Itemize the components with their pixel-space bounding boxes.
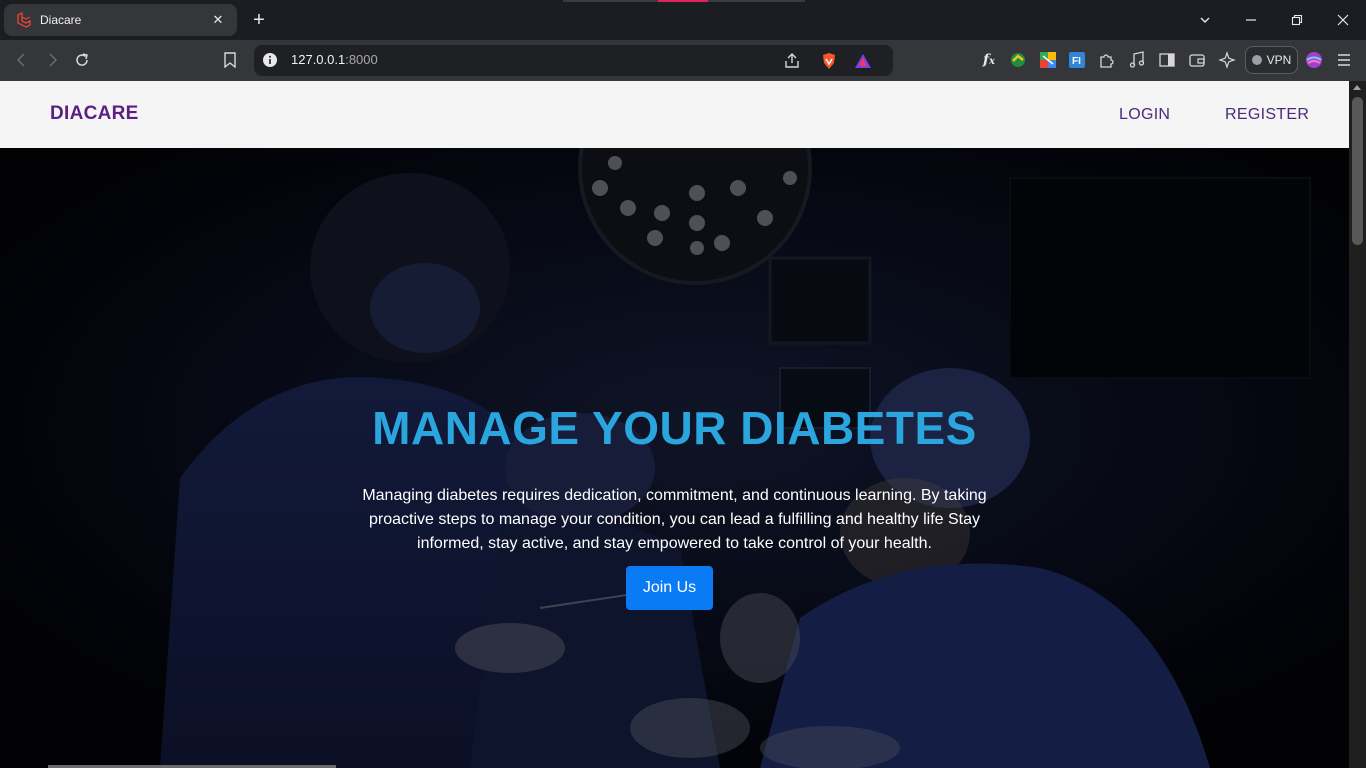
hero-description: Managing diabetes requires dedication, c… bbox=[362, 487, 987, 552]
tab-search-chevron-icon[interactable] bbox=[1182, 0, 1228, 40]
vpn-label: VPN bbox=[1266, 53, 1292, 67]
site-navbar: DIACARE LOGIN REGISTER bbox=[0, 81, 1349, 148]
hero-section: MANAGE YOUR DIABETES Managing diabetes r… bbox=[0, 148, 1349, 768]
color-extension-icon[interactable] bbox=[1036, 48, 1060, 72]
profile-icon[interactable] bbox=[1302, 48, 1326, 72]
svg-text:FI: FI bbox=[1072, 56, 1081, 67]
brave-rewards-icon[interactable] bbox=[850, 48, 876, 74]
menu-icon[interactable] bbox=[1332, 48, 1356, 72]
site-info-icon[interactable] bbox=[262, 52, 278, 68]
url-port: :8000 bbox=[345, 52, 378, 67]
sidebar-icon[interactable] bbox=[1155, 48, 1179, 72]
bookmark-icon[interactable] bbox=[218, 48, 242, 72]
laravel-favicon-icon bbox=[16, 12, 32, 28]
minimize-icon[interactable] bbox=[1228, 0, 1274, 40]
reload-icon[interactable] bbox=[70, 48, 94, 72]
extension-icon[interactable] bbox=[1006, 48, 1030, 72]
scrollbar-thumb[interactable] bbox=[1352, 97, 1363, 245]
vpn-button[interactable]: VPN bbox=[1245, 46, 1298, 74]
browser-tab-strip: Diacare ✕ + bbox=[0, 0, 1366, 40]
fx-extension-icon[interactable]: fx bbox=[977, 48, 1001, 72]
url-host: 127.0.0.1 bbox=[291, 52, 346, 67]
leo-ai-icon[interactable] bbox=[1215, 48, 1239, 72]
tab-title: Diacare bbox=[40, 13, 82, 27]
new-tab-button[interactable]: + bbox=[248, 9, 270, 31]
scroll-up-arrow-icon[interactable] bbox=[1353, 85, 1361, 90]
puzzle-icon[interactable] bbox=[1095, 48, 1119, 72]
browser-tab-diacare[interactable]: Diacare ✕ bbox=[4, 4, 237, 36]
browser-toolbar: 127.0.0.1:8000 fx FI VPN bbox=[0, 40, 1366, 81]
tab-strip-indicator bbox=[563, 0, 805, 2]
hero-title: MANAGE YOUR DIABETES bbox=[372, 402, 977, 454]
vpn-status-icon bbox=[1251, 55, 1262, 65]
share-icon[interactable] bbox=[779, 48, 805, 74]
music-icon[interactable] bbox=[1125, 48, 1149, 72]
wallet-icon[interactable] bbox=[1185, 48, 1209, 72]
close-window-icon[interactable] bbox=[1320, 0, 1366, 40]
url-text: 127.0.0.1:8000 bbox=[291, 52, 378, 67]
fi-extension-icon[interactable]: FI bbox=[1065, 48, 1089, 72]
nav-login-link[interactable]: LOGIN bbox=[1119, 106, 1170, 124]
back-icon[interactable] bbox=[10, 48, 34, 72]
join-us-button[interactable]: Join Us bbox=[626, 566, 713, 610]
nav-register-link[interactable]: REGISTER bbox=[1225, 106, 1309, 124]
site-brand-logo[interactable]: DIACARE bbox=[50, 103, 139, 125]
tab-close-icon[interactable]: ✕ bbox=[209, 11, 227, 29]
vertical-scrollbar[interactable] bbox=[1349, 81, 1366, 768]
address-bar[interactable]: 127.0.0.1:8000 bbox=[254, 45, 893, 76]
forward-icon[interactable] bbox=[40, 48, 64, 72]
hero-background-image bbox=[0, 148, 1349, 768]
restore-icon[interactable] bbox=[1274, 0, 1320, 40]
window-controls bbox=[1182, 0, 1366, 40]
page-viewport: DIACARE LOGIN REGISTER MANAGE YOUR DIABE… bbox=[0, 81, 1366, 768]
brave-shield-icon[interactable] bbox=[816, 48, 842, 74]
